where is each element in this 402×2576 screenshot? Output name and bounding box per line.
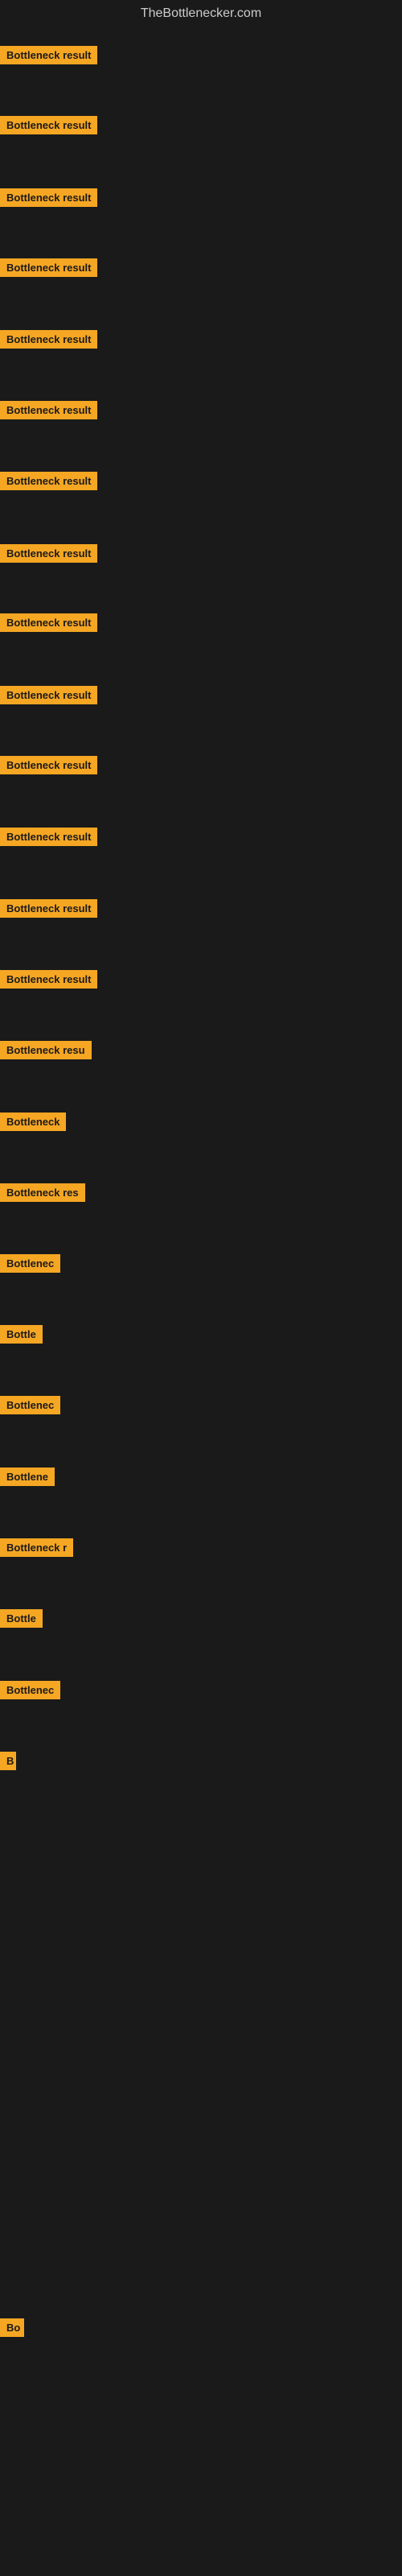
bottleneck-item: Bo xyxy=(0,2318,24,2341)
bottleneck-label: Bottleneck result xyxy=(0,46,97,64)
bottleneck-label: Bottleneck result xyxy=(0,686,97,704)
bottleneck-item: Bottleneck result xyxy=(0,330,97,353)
bottleneck-label: Bottleneck r xyxy=(0,1538,73,1557)
bottleneck-item: Bottleneck result xyxy=(0,472,97,494)
bottleneck-item: Bottleneck result xyxy=(0,828,97,850)
bottleneck-item: Bottle xyxy=(0,1325,43,1348)
bottleneck-label: Bottleneck result xyxy=(0,472,97,490)
bottleneck-label: Bottlene xyxy=(0,1468,55,1486)
bottleneck-label: Bottle xyxy=(0,1325,43,1344)
bottleneck-item: Bottleneck xyxy=(0,1113,66,1135)
bottleneck-label: Bottleneck res xyxy=(0,1183,85,1202)
bottleneck-item: Bottleneck res xyxy=(0,1183,85,1206)
bottleneck-label: Bottlenec xyxy=(0,1254,60,1273)
bottleneck-item: Bottleneck r xyxy=(0,1538,73,1561)
bottleneck-item: Bottleneck result xyxy=(0,544,97,567)
bottleneck-item: Bottlenec xyxy=(0,1254,60,1277)
bottleneck-label: Bottleneck result xyxy=(0,899,97,918)
bottleneck-label: B xyxy=(0,1752,16,1770)
bottleneck-item: Bottlenec xyxy=(0,1681,60,1703)
bottleneck-label: Bottlenec xyxy=(0,1681,60,1699)
bottleneck-item: Bottleneck result xyxy=(0,116,97,138)
bottleneck-label: Bottleneck xyxy=(0,1113,66,1131)
bottleneck-item: Bottleneck result xyxy=(0,258,97,281)
bottleneck-label: Bottleneck result xyxy=(0,401,97,419)
bottleneck-label: Bottleneck result xyxy=(0,188,97,207)
bottleneck-label: Bottleneck result xyxy=(0,258,97,277)
bottleneck-item: Bottleneck result xyxy=(0,899,97,922)
bottleneck-label: Bottleneck result xyxy=(0,613,97,632)
bottleneck-item: Bottleneck result xyxy=(0,686,97,708)
bottleneck-item: Bottlene xyxy=(0,1468,55,1490)
bottleneck-item: Bottleneck result xyxy=(0,756,97,778)
bottleneck-label: Bottle xyxy=(0,1609,43,1628)
bottleneck-item: Bottlenec xyxy=(0,1396,60,1418)
bottleneck-item: B xyxy=(0,1752,16,1774)
bottleneck-label: Bottleneck result xyxy=(0,116,97,134)
bottleneck-label: Bottleneck result xyxy=(0,544,97,563)
bottleneck-item: Bottleneck result xyxy=(0,46,97,68)
bottleneck-label: Bottleneck result xyxy=(0,330,97,349)
bottleneck-label: Bottleneck resu xyxy=(0,1041,92,1059)
bottleneck-item: Bottleneck result xyxy=(0,613,97,636)
bottleneck-item: Bottleneck result xyxy=(0,970,97,993)
bottleneck-item: Bottleneck resu xyxy=(0,1041,92,1063)
bottleneck-label: Bo xyxy=(0,2318,24,2337)
bottleneck-item: Bottleneck result xyxy=(0,188,97,211)
bottleneck-label: Bottleneck result xyxy=(0,756,97,774)
bottleneck-label: Bottleneck result xyxy=(0,828,97,846)
bottleneck-label: Bottleneck result xyxy=(0,970,97,989)
bottleneck-item: Bottle xyxy=(0,1609,43,1632)
bottleneck-label: Bottlenec xyxy=(0,1396,60,1414)
site-title: TheBottlenecker.com xyxy=(0,0,402,27)
bottleneck-item: Bottleneck result xyxy=(0,401,97,423)
